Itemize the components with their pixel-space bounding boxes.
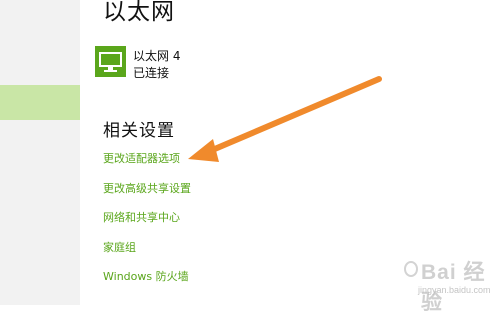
watermark-url: jingyan.baidu.com <box>418 285 491 295</box>
